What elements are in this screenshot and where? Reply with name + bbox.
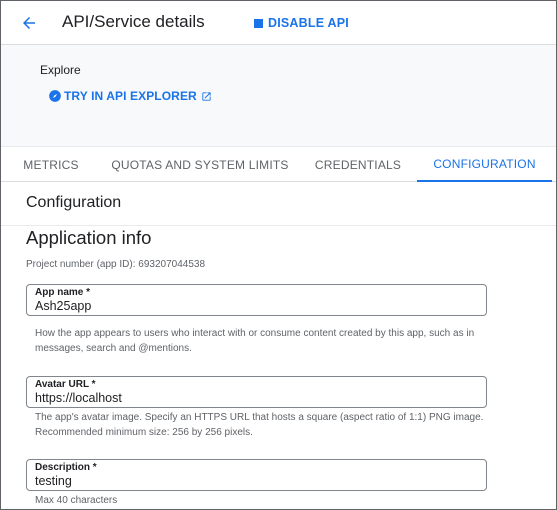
tab-metrics[interactable]: METRICS bbox=[1, 147, 101, 182]
page-title: API/Service details bbox=[62, 12, 205, 31]
tab-bar: METRICS QUOTAS AND SYSTEM LIMITS CREDENT… bbox=[1, 147, 556, 182]
explore-title: Explore bbox=[40, 63, 81, 77]
project-number: Project number (app ID): 693207044538 bbox=[26, 259, 206, 270]
description-value[interactable]: testing bbox=[35, 474, 72, 488]
tab-quotas-and-system-limits[interactable]: QUOTAS AND SYSTEM LIMITS bbox=[105, 147, 295, 182]
tab-credentials[interactable]: CREDENTIALS bbox=[299, 147, 417, 182]
api-service-details-page: API/Service details DISABLE API Explore … bbox=[0, 0, 557, 510]
back-button[interactable] bbox=[17, 11, 41, 35]
top-header: API/Service details DISABLE API bbox=[1, 1, 556, 45]
avatar-url-hint: The app's avatar image. Specify an HTTPS… bbox=[35, 412, 484, 438]
compass-icon bbox=[49, 90, 61, 102]
avatar-url-label: Avatar URL * bbox=[35, 379, 96, 390]
avatar-url-field[interactable]: Avatar URL * https://localhost bbox=[26, 376, 487, 408]
disable-api-label: DISABLE API bbox=[268, 16, 349, 30]
app-name-label: App name * bbox=[35, 287, 91, 298]
avatar-url-value[interactable]: https://localhost bbox=[35, 391, 122, 405]
description-label: Description * bbox=[35, 462, 97, 473]
external-link-icon bbox=[202, 91, 211, 101]
app-name-value[interactable]: Ash25app bbox=[35, 299, 91, 313]
explore-panel: Explore TRY IN API EXPLORER bbox=[1, 45, 556, 147]
description-hint: Max 40 characters bbox=[35, 495, 118, 506]
disable-api-button[interactable]: DISABLE API bbox=[254, 13, 349, 33]
arrow-left-icon bbox=[23, 17, 35, 29]
configuration-title: Configuration bbox=[26, 194, 122, 211]
tab-configuration[interactable]: CONFIGURATION bbox=[417, 147, 552, 182]
stop-square-icon bbox=[254, 18, 263, 28]
description-field[interactable]: Description * testing bbox=[26, 459, 487, 491]
app-name-field[interactable]: App name * Ash25app bbox=[26, 284, 487, 316]
app-name-hint: How the app appears to users who interac… bbox=[35, 328, 475, 354]
try-in-api-explorer-link[interactable]: TRY IN API EXPLORER bbox=[48, 89, 212, 103]
try-in-api-explorer-label: TRY IN API EXPLORER bbox=[64, 89, 197, 103]
application-info-title: Application info bbox=[26, 227, 152, 248]
section-divider bbox=[1, 225, 556, 226]
